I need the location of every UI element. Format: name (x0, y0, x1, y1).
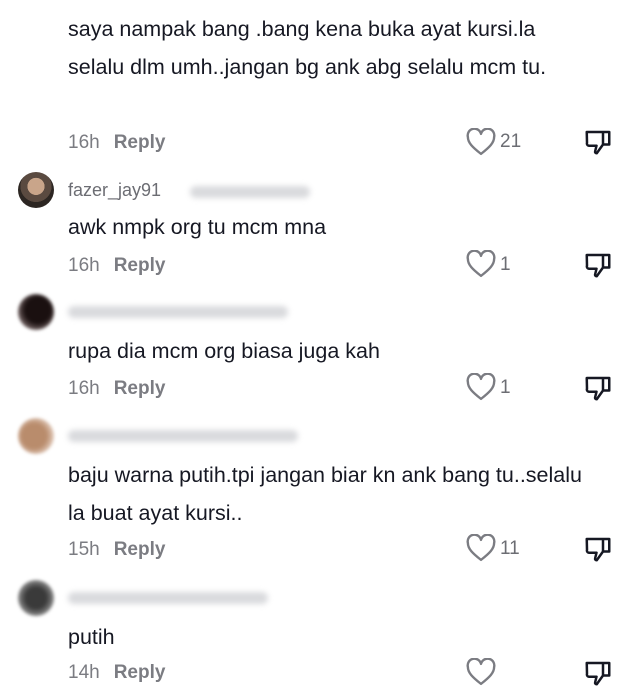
reply-button[interactable]: Reply (114, 255, 166, 276)
comment-time: 16h (68, 378, 100, 399)
comment-meta: 16h Reply (68, 378, 165, 400)
reply-button[interactable]: Reply (114, 132, 166, 153)
like-count: 1 (500, 377, 511, 398)
heart-outline-icon[interactable] (466, 250, 496, 278)
comment-time: 15h (68, 539, 100, 560)
comment-time: 16h (68, 132, 100, 153)
thumbs-down-icon[interactable] (583, 127, 613, 157)
like-count: 1 (500, 254, 511, 275)
comment-time: 16h (68, 255, 100, 276)
like-count: 21 (500, 131, 522, 152)
thumbs-down-icon[interactable] (583, 658, 613, 688)
thumbs-down-icon[interactable] (583, 373, 613, 403)
comment-text: rupa dia mcm org biasa juga kah (68, 339, 380, 363)
comment-text: awk nmpk org tu mcm mna (68, 215, 327, 239)
avatar[interactable] (18, 418, 54, 454)
username-blurred (68, 306, 288, 318)
comment-time: 14h (68, 662, 100, 683)
comment-meta: 16h Reply (68, 132, 165, 154)
heart-outline-icon[interactable] (466, 658, 496, 686)
like-count: 11 (500, 538, 520, 559)
reply-button[interactable]: Reply (114, 378, 166, 399)
thumbs-down-icon[interactable] (583, 534, 613, 564)
avatar[interactable] (18, 580, 54, 616)
avatar[interactable] (18, 294, 54, 330)
comment-meta: 15h Reply (68, 539, 165, 561)
username-blurred (190, 186, 310, 198)
heart-outline-icon[interactable] (466, 373, 496, 401)
heart-outline-icon[interactable] (466, 534, 496, 562)
thumbs-down-icon[interactable] (583, 250, 613, 280)
reply-button[interactable]: Reply (114, 662, 166, 683)
comment-meta: 14h Reply (68, 662, 165, 684)
username-blurred (68, 592, 268, 604)
avatar[interactable] (18, 172, 54, 208)
comment-username[interactable]: fazer_jay91 (68, 180, 161, 201)
comment-text: baju warna putih.tpi jangan biar kn ank … (68, 463, 582, 525)
comment-text: putih (68, 625, 115, 649)
username-blurred (68, 430, 298, 442)
comment-text: saya nampak bang .bang kena buka ayat ku… (68, 17, 547, 79)
reply-button[interactable]: Reply (114, 539, 166, 560)
comment-meta: 16h Reply (68, 255, 165, 277)
heart-outline-icon[interactable] (466, 128, 496, 156)
